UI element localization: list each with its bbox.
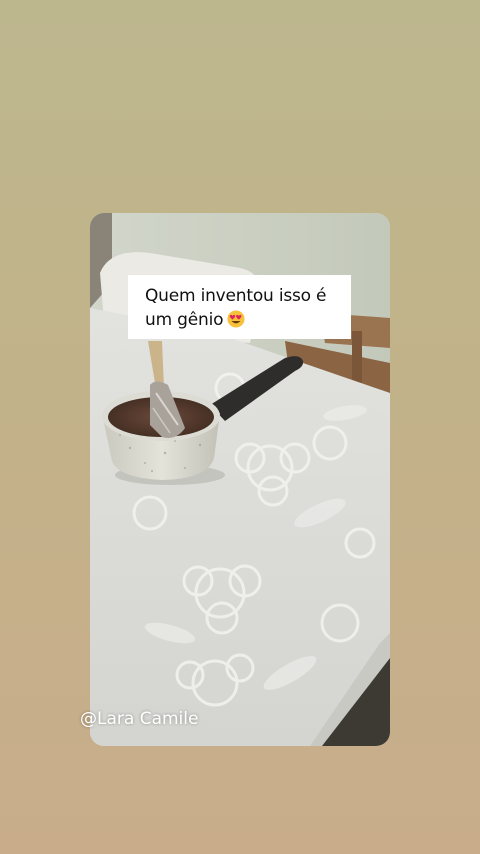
caption-line-2: um gênio — [145, 308, 341, 332]
wooden-chair-leg — [352, 331, 362, 383]
caption-line-2-text: um gênio — [145, 310, 224, 330]
heart-eyes-emoji-icon — [227, 310, 245, 328]
caption-line-1: Quem inventou isso é — [145, 286, 327, 306]
username-tag: @Lara Camile — [80, 709, 199, 729]
caption-box: Quem inventou isso é um gênio — [128, 275, 351, 339]
